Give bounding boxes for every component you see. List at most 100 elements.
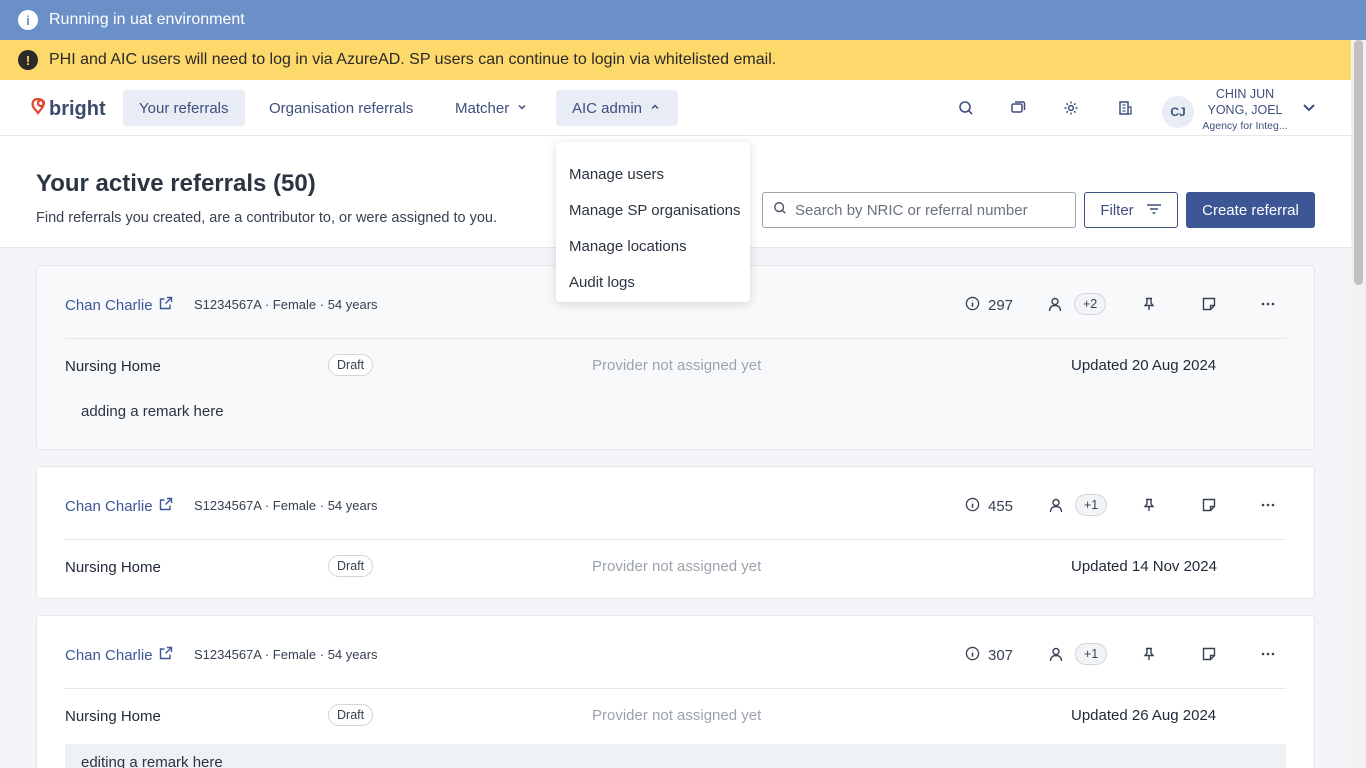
warning-banner-text: PHI and AIC users will need to log in vi… [49, 51, 777, 68]
user-info[interactable]: CHIN JUN YONG, JOEL Agency for Integ... [1198, 86, 1292, 134]
external-link-icon [159, 497, 173, 515]
patient-name-link[interactable]: Chan Charlie [65, 646, 173, 664]
info-icon [965, 296, 980, 315]
exclamation-icon: ! [18, 50, 38, 70]
search-field[interactable] [762, 192, 1076, 228]
patient-meta: S1234567A · Female · 54 years [194, 297, 378, 312]
patient-name: Chan Charlie [65, 497, 153, 515]
nav-your-referrals[interactable]: Your referrals [123, 90, 245, 126]
info-icon: i [18, 10, 38, 30]
avatar-initials: CJ [1170, 105, 1186, 119]
menu-item-manage-users[interactable]: Manage users [556, 156, 750, 192]
filter-button-label: Filter [1100, 201, 1134, 219]
patient-meta: S1234567A · Female · 54 years [194, 498, 378, 513]
nav-matcher-label: Matcher [455, 99, 510, 117]
page-scrollbar[interactable] [1351, 40, 1366, 768]
card-divider [65, 338, 1286, 339]
scrollbar-thumb[interactable] [1354, 40, 1363, 285]
user-organisation: Agency for Integ... [1202, 120, 1288, 132]
remark-text: adding a remark here [81, 402, 224, 420]
remark-text: editing a remark here [65, 744, 1286, 768]
avatar[interactable]: CJ [1162, 96, 1194, 128]
referral-number: 297 [965, 296, 1013, 315]
status-badge: Draft [328, 354, 374, 376]
patient-name: Chan Charlie [65, 296, 153, 314]
patient-meta: S1234567A · Female · 54 years [194, 647, 378, 662]
nav-your-referrals-label: Your referrals [139, 99, 229, 117]
external-link-icon [159, 296, 173, 314]
search-input[interactable] [795, 201, 1065, 219]
nav-aic-admin-label: AIC admin [572, 99, 643, 117]
page-subtitle: Find referrals you created, are a contri… [36, 210, 498, 226]
referral-card[interactable]: Chan Charlie S1234567A · Female · 54 yea… [36, 466, 1315, 599]
referral-card[interactable]: Chan Charlie S1234567A · Female · 54 yea… [36, 615, 1315, 768]
more-options-icon[interactable] [1259, 496, 1277, 514]
card-divider [65, 688, 1286, 689]
referral-number-value: 455 [988, 498, 1014, 515]
patient-name-link[interactable]: Chan Charlie [65, 497, 173, 515]
referral-number-value: 307 [988, 647, 1014, 664]
menu-item-audit-logs[interactable]: Audit logs [556, 264, 750, 300]
info-icon [965, 646, 980, 665]
patient-name-link[interactable]: Chan Charlie [65, 296, 173, 314]
bright-logo-mark-icon [28, 96, 48, 122]
person-icon [1047, 645, 1065, 663]
pin-icon[interactable] [1140, 295, 1158, 313]
note-icon[interactable] [1200, 295, 1218, 313]
top-navbar: bright Your referrals Organisation refer… [0, 80, 1366, 136]
environment-banner-text: Running in uat environment [49, 11, 245, 28]
filter-icon [1146, 202, 1162, 219]
gear-icon[interactable] [1061, 98, 1081, 118]
referral-type: Nursing Home [65, 708, 161, 725]
nav-aic-admin[interactable]: AIC admin [556, 90, 678, 126]
create-referral-label: Create referral [1202, 201, 1299, 219]
referral-number-value: 297 [988, 297, 1014, 314]
nav-matcher[interactable]: Matcher [439, 90, 543, 126]
chevron-down-icon [517, 102, 527, 115]
provider-status: Provider not assigned yet [592, 707, 762, 724]
create-referral-button[interactable]: Create referral [1186, 192, 1315, 228]
warning-banner: ! PHI and AIC users will need to log in … [0, 40, 1366, 80]
bright-logo[interactable]: bright [28, 96, 106, 122]
search-icon[interactable] [956, 98, 976, 118]
referral-type: Nursing Home [65, 358, 161, 375]
environment-banner: i Running in uat environment [0, 0, 1366, 40]
search-icon [773, 201, 787, 220]
external-link-icon [159, 646, 173, 664]
person-icon [1047, 496, 1065, 514]
updated-date: Updated 20 Aug 2024 [1071, 357, 1217, 374]
chevron-up-icon [650, 102, 660, 115]
contributors-badge[interactable]: +1 [1075, 643, 1108, 665]
menu-item-manage-locations[interactable]: Manage locations [556, 228, 750, 264]
referral-number: 455 [965, 497, 1013, 516]
filter-button[interactable]: Filter [1084, 192, 1178, 228]
user-name: CHIN JUN YONG, JOEL [1207, 87, 1283, 117]
more-options-icon[interactable] [1259, 645, 1277, 663]
person-icon [1046, 295, 1064, 313]
messages-icon[interactable] [1008, 98, 1028, 118]
updated-date: Updated 14 Nov 2024 [1071, 558, 1217, 575]
logo-text: bright [49, 97, 106, 120]
menu-item-manage-sp-organisations[interactable]: Manage SP organisations [556, 192, 750, 228]
pin-icon[interactable] [1140, 496, 1158, 514]
contributors-badge[interactable]: +2 [1074, 293, 1107, 315]
note-icon[interactable] [1200, 496, 1218, 514]
contributors-badge[interactable]: +1 [1075, 494, 1108, 516]
pin-icon[interactable] [1140, 645, 1158, 663]
nav-organisation-referrals-label: Organisation referrals [269, 99, 414, 117]
chevron-down-icon[interactable] [1300, 98, 1318, 116]
building-icon[interactable] [1115, 98, 1135, 118]
patient-name: Chan Charlie [65, 646, 153, 664]
status-badge: Draft [328, 555, 374, 577]
nav-organisation-referrals[interactable]: Organisation referrals [253, 90, 429, 126]
more-options-icon[interactable] [1259, 295, 1277, 313]
info-icon [965, 497, 980, 516]
page-title: Your active referrals (50) [36, 170, 316, 197]
updated-date: Updated 26 Aug 2024 [1071, 707, 1217, 724]
status-badge: Draft [328, 704, 374, 726]
referral-type: Nursing Home [65, 559, 161, 576]
aic-admin-dropdown-menu: Manage users Manage SP organisations Man… [556, 142, 750, 302]
provider-status: Provider not assigned yet [592, 357, 762, 374]
referral-number: 307 [965, 646, 1013, 665]
note-icon[interactable] [1200, 645, 1218, 663]
